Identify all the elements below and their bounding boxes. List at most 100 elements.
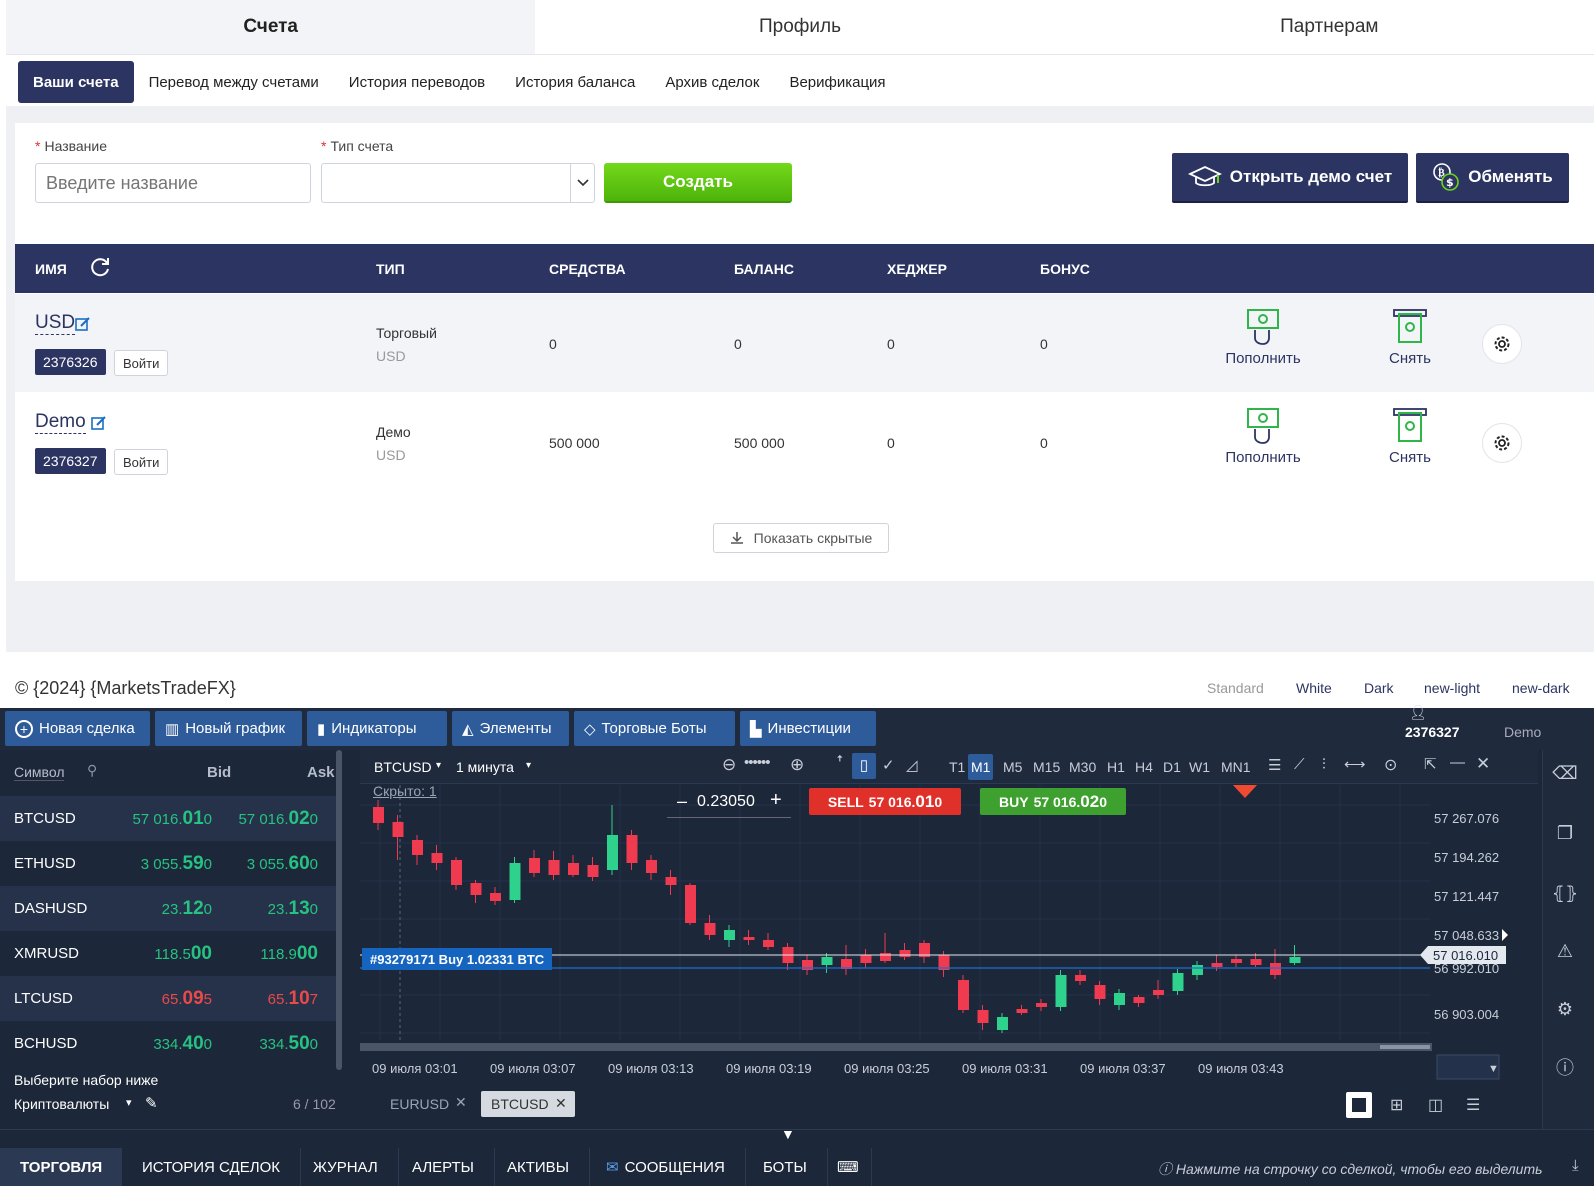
new-deal-button[interactable]: + Новая сделка bbox=[5, 711, 150, 746]
new-chart-button[interactable]: ▥ Новый график bbox=[155, 711, 302, 746]
lot-value[interactable]: 0.23050 bbox=[697, 793, 755, 811]
symbol-row[interactable]: LTCUSD 65.095 65.107 bbox=[0, 976, 342, 1021]
subtab-deals-archive[interactable]: Архив сделок bbox=[650, 61, 774, 103]
line-chart-icon[interactable]: ✓ bbox=[882, 756, 895, 774]
deposit-action[interactable]: Пополнить bbox=[1223, 407, 1303, 466]
login-button[interactable]: Войти bbox=[114, 350, 169, 376]
account-name-link[interactable]: USD bbox=[35, 312, 76, 335]
close-tab-icon[interactable]: ✕ bbox=[555, 1095, 567, 1112]
period-d1[interactable]: D1 bbox=[1160, 754, 1184, 780]
symbol-row[interactable]: ETHUSD 3 055.590 3 055.600 bbox=[0, 841, 342, 886]
settings-gear-icon[interactable] bbox=[1482, 324, 1522, 364]
refresh-icon[interactable] bbox=[89, 255, 111, 280]
indicator-list-icon[interactable]: ☰ bbox=[1268, 756, 1281, 774]
symbol-set-select[interactable]: Криптовалюты bbox=[14, 1096, 109, 1112]
edit-icon[interactable] bbox=[91, 415, 107, 436]
trendline-icon[interactable]: ⟋ bbox=[1294, 756, 1305, 773]
tab-messages[interactable]: ✉ СООБЩЕНИЯ bbox=[586, 1148, 746, 1186]
subtab-balance-history[interactable]: История баланса bbox=[500, 61, 650, 103]
period-h4[interactable]: H4 bbox=[1132, 754, 1156, 780]
eraser-icon[interactable]: ⌫ bbox=[1550, 758, 1580, 788]
theme-new-dark[interactable]: new-dark bbox=[1512, 680, 1570, 696]
withdraw-action[interactable]: Снять bbox=[1375, 308, 1445, 367]
trading-bots-button[interactable]: ◇ Торговые Боты bbox=[574, 711, 735, 746]
vertical-line-icon[interactable]: ⫶ bbox=[1322, 756, 1326, 773]
show-hidden-button[interactable]: Показать скрытые bbox=[713, 523, 889, 553]
subtab-transfer[interactable]: Перевод между счетами bbox=[134, 61, 334, 103]
tab-alerts[interactable]: АЛЕРТЫ bbox=[392, 1148, 495, 1186]
horizontal-line-icon[interactable]: ⟷ bbox=[1344, 755, 1366, 773]
download-icon[interactable]: ⤓ bbox=[1572, 1157, 1579, 1174]
login-button[interactable]: Войти bbox=[114, 449, 169, 475]
symbol-row[interactable]: DASHUSD 23.120 23.130 bbox=[0, 886, 342, 931]
price-chart[interactable]: 57 267.076 57 194.262 57 121.447 57 048.633… bbox=[360, 785, 1540, 1085]
period-mn1[interactable]: MN1 bbox=[1218, 754, 1254, 780]
chart-tab-active[interactable]: BTCUSD ✕ bbox=[481, 1091, 575, 1117]
period-m5[interactable]: M5 bbox=[1000, 754, 1025, 780]
period-m30[interactable]: M30 bbox=[1066, 754, 1099, 780]
close-tab-icon[interactable]: ✕ bbox=[455, 1094, 467, 1111]
account-name-link[interactable]: Demo bbox=[35, 411, 86, 434]
elements-button[interactable]: ◭ Элементы bbox=[452, 711, 569, 746]
zoom-slider[interactable]: •••••• bbox=[744, 754, 770, 771]
bars-icon[interactable]: ꜛ bbox=[836, 756, 844, 773]
theme-dark[interactable]: Dark bbox=[1364, 680, 1394, 696]
subtab-your-accounts[interactable]: Ваши счета bbox=[18, 61, 134, 103]
open-order-label[interactable]: #93279171 Buy 1.02331 BTC bbox=[362, 948, 553, 970]
area-chart-icon[interactable]: ◿ bbox=[906, 756, 918, 774]
symbols-scrollbar[interactable] bbox=[336, 750, 342, 1070]
period-h1[interactable]: H1 bbox=[1104, 754, 1128, 780]
indicators-button[interactable]: ▮ Индикаторы bbox=[307, 711, 447, 746]
theme-white[interactable]: White bbox=[1296, 680, 1332, 696]
period-m15[interactable]: M15 bbox=[1030, 754, 1063, 780]
create-button[interactable]: Создать bbox=[604, 163, 792, 203]
chart-symbol-select[interactable]: BTCUSD bbox=[374, 759, 432, 775]
account-type-select[interactable] bbox=[321, 163, 595, 203]
deposit-action[interactable]: Пополнить bbox=[1223, 308, 1303, 367]
open-demo-button[interactable]: Открыть демо счет bbox=[1172, 153, 1408, 203]
chart-timeframe-select[interactable]: 1 минута bbox=[456, 759, 514, 775]
symbol-row[interactable]: BCHUSD 334.400 334.500 bbox=[0, 1021, 342, 1066]
settings-gear-icon[interactable] bbox=[1482, 423, 1522, 463]
candles-icon[interactable]: ▯ bbox=[852, 753, 876, 779]
hidden-count[interactable]: Скрыто: 1 bbox=[373, 783, 437, 799]
symbol-row[interactable]: BTCUSD 57 016.010 57 016.020 bbox=[0, 796, 342, 841]
zoom-in-icon[interactable]: ⊕ bbox=[790, 755, 804, 775]
subtab-transfer-history[interactable]: История переводов bbox=[334, 61, 500, 103]
period-w1[interactable]: W1 bbox=[1186, 754, 1213, 780]
tab-assets[interactable]: АКТИВЫ bbox=[487, 1148, 590, 1186]
terminal-account-mode[interactable]: Demo bbox=[1504, 724, 1541, 740]
subtab-verification[interactable]: Верификация bbox=[774, 61, 900, 103]
period-m1[interactable]: M1 bbox=[968, 754, 994, 780]
warning-icon[interactable]: ⚠ bbox=[1550, 936, 1580, 966]
minimize-icon[interactable]: — bbox=[1450, 754, 1465, 771]
collapse-arrow-icon[interactable]: ▼ bbox=[781, 1126, 795, 1142]
layout-single-icon[interactable] bbox=[1346, 1092, 1372, 1118]
edit-icon[interactable] bbox=[75, 316, 91, 337]
theme-new-light[interactable]: new-light bbox=[1424, 680, 1480, 696]
tab-profile[interactable]: Профиль bbox=[535, 0, 1064, 54]
close-icon[interactable]: ✕ bbox=[1476, 754, 1490, 774]
windows-icon[interactable]: ❐ bbox=[1550, 818, 1580, 848]
period-t1[interactable]: T1 bbox=[946, 754, 968, 780]
chart-tab-eurusd[interactable]: EURUSD bbox=[390, 1096, 449, 1112]
lot-stepper[interactable]: – 0.23050 + bbox=[667, 788, 791, 818]
target-icon[interactable]: ⊙ bbox=[1384, 755, 1397, 775]
settings-icon[interactable]: ⚙ bbox=[1550, 994, 1580, 1024]
layout-grid-icon[interactable]: ⊞ bbox=[1390, 1095, 1403, 1115]
tab-trading[interactable]: ТОРГОВЛЯ bbox=[0, 1148, 122, 1186]
minus-icon[interactable]: – bbox=[677, 791, 687, 812]
withdraw-action[interactable]: Снять bbox=[1375, 407, 1445, 466]
pencil-icon[interactable]: ✎ bbox=[145, 1094, 158, 1112]
tab-bots[interactable]: БОТЫ bbox=[743, 1148, 828, 1186]
buy-button[interactable]: BUY 57 016.020 bbox=[980, 788, 1126, 815]
tab-journal[interactable]: ЖУРНАЛ bbox=[293, 1148, 399, 1186]
search-icon[interactable]: ⚲ bbox=[87, 762, 97, 779]
exchange-button[interactable]: ₿ $ Обменять bbox=[1416, 153, 1569, 203]
theme-standard[interactable]: Standard bbox=[1207, 680, 1264, 696]
sell-button[interactable]: SELL 57 016.010 bbox=[809, 788, 961, 815]
tab-partners[interactable]: Партнерам bbox=[1065, 0, 1594, 54]
tab-deal-history[interactable]: ИСТОРИЯ СДЕЛОК bbox=[122, 1148, 301, 1186]
popout-icon[interactable]: ⇱ bbox=[1424, 755, 1437, 773]
name-input[interactable] bbox=[35, 163, 311, 203]
